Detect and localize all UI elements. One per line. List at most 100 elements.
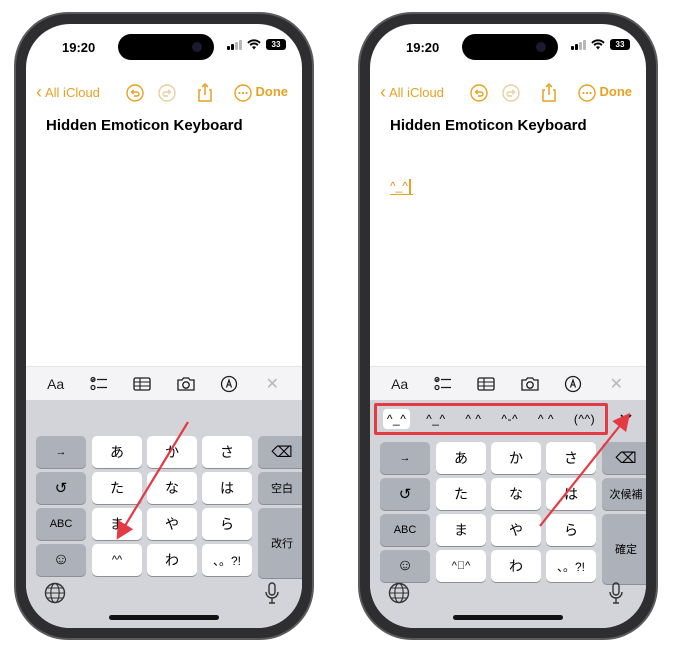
battery-icon: 33 <box>610 39 630 50</box>
key-ra[interactable]: ら <box>546 514 596 546</box>
home-indicator <box>109 615 219 620</box>
undo-icon[interactable] <box>468 82 490 104</box>
note-body-marked-text[interactable]: ^_^ <box>390 179 413 196</box>
microphone-icon[interactable] <box>264 582 280 604</box>
done-button[interactable]: Done <box>600 84 633 99</box>
punctuation-key[interactable]: 、。?! <box>202 544 252 576</box>
status-time: 19:20 <box>406 40 440 55</box>
signal-icon <box>571 39 586 50</box>
share-icon[interactable] <box>194 82 216 104</box>
candidate-emoticon[interactable]: (^^) <box>570 409 599 429</box>
key-wa[interactable]: わ <box>491 550 541 582</box>
key-ma[interactable]: ま <box>436 514 486 546</box>
key-ya[interactable]: や <box>491 514 541 546</box>
format-text-button[interactable]: Aa <box>43 372 69 396</box>
candidate-emoticon[interactable]: ^_^ <box>422 409 449 429</box>
key-a[interactable]: あ <box>436 442 486 474</box>
markup-icon[interactable] <box>560 372 586 396</box>
back-button[interactable]: ‹ All iCloud <box>380 83 444 101</box>
globe-icon[interactable] <box>388 582 410 604</box>
table-icon[interactable] <box>129 372 155 396</box>
undo-key[interactable]: ↺ <box>36 472 86 504</box>
format-text-button[interactable]: Aa <box>387 372 413 396</box>
screen-right: 19:20 33 ‹ All iCloud Done Hidden Emotico… <box>370 24 646 628</box>
camera-icon[interactable] <box>173 372 199 396</box>
note-title[interactable]: Hidden Emoticon Keyboard <box>390 117 587 134</box>
japanese-kana-keyboard: ^_^ ^_^ ^ ^ ^-^ ^ ^ (^^) → あ か さ ⌫ ↺ た な… <box>370 400 646 628</box>
back-label: All iCloud <box>45 84 100 100</box>
emoji-key[interactable]: ☺ <box>380 550 430 582</box>
key-na[interactable]: な <box>147 472 197 504</box>
back-button[interactable]: ‹ All iCloud <box>36 82 100 102</box>
share-icon[interactable] <box>538 82 560 104</box>
key-ra[interactable]: ら <box>202 508 252 540</box>
redo-icon[interactable] <box>156 82 178 104</box>
dynamic-island <box>462 34 558 60</box>
key-a[interactable]: あ <box>92 436 142 468</box>
undo-icon[interactable] <box>124 82 146 104</box>
notes-navbar: ‹ All iCloud Done <box>26 82 302 108</box>
key-sa[interactable]: さ <box>546 442 596 474</box>
marked-emoticon: ^_^ <box>390 179 408 193</box>
key-ka[interactable]: か <box>147 436 197 468</box>
undo-key[interactable]: ↺ <box>380 478 430 510</box>
emoji-key[interactable]: ☺ <box>36 544 86 576</box>
globe-icon[interactable] <box>44 582 66 604</box>
checklist-icon[interactable] <box>86 372 112 396</box>
confirm-key[interactable]: 確定 <box>602 514 646 584</box>
chevron-left-icon: ‹ <box>36 82 42 102</box>
emoticon-key[interactable]: ^^ <box>92 544 142 576</box>
abc-key[interactable]: ABC <box>36 508 86 540</box>
next-candidate-key[interactable]: 次候補 <box>602 478 646 510</box>
camera-icon <box>536 42 546 52</box>
redo-icon[interactable] <box>500 82 522 104</box>
note-title[interactable]: Hidden Emoticon Keyboard <box>46 117 243 134</box>
candidate-emoticon[interactable]: ^-^ <box>497 409 522 429</box>
camera-icon[interactable] <box>517 372 543 396</box>
close-icon[interactable]: ✕ <box>603 372 629 396</box>
more-icon[interactable] <box>576 82 598 104</box>
key-ta[interactable]: た <box>436 478 486 510</box>
key-na[interactable]: な <box>491 478 541 510</box>
key-ka[interactable]: か <box>491 442 541 474</box>
format-toolbar: Aa ✕ <box>370 366 646 400</box>
next-key[interactable]: → <box>380 442 430 474</box>
wifi-icon <box>247 39 261 50</box>
key-wa[interactable]: わ <box>147 544 197 576</box>
notes-navbar: ‹ All iCloud Done <box>370 82 646 108</box>
chevron-down-icon[interactable] <box>620 410 632 425</box>
key-ta[interactable]: た <box>92 472 142 504</box>
screen-left: 19:20 33 ‹ All iCloud Done Hidden Emotico… <box>26 24 302 628</box>
microphone-icon[interactable] <box>608 582 624 604</box>
delete-key[interactable]: ⌫ <box>602 442 646 474</box>
key-ha[interactable]: は <box>202 472 252 504</box>
next-key[interactable]: → <box>36 436 86 468</box>
space-key[interactable]: 空白 <box>258 472 302 504</box>
candidate-emoticon[interactable]: ^ ^ <box>534 409 558 429</box>
status-time: 19:20 <box>62 40 96 55</box>
done-button[interactable]: Done <box>256 84 289 99</box>
japanese-kana-keyboard: → あ か さ ⌫ ↺ た な は 空白 ABC ま や ら 改行 ☺ ^^ わ… <box>26 400 302 628</box>
more-icon[interactable] <box>232 82 254 104</box>
key-sa[interactable]: さ <box>202 436 252 468</box>
candidate-emoticon-selected[interactable]: ^_^ <box>382 409 411 429</box>
signal-icon <box>227 39 242 50</box>
emoticon-key[interactable]: ^ﾟ^ <box>436 550 486 582</box>
dynamic-island <box>118 34 214 60</box>
close-icon[interactable]: ✕ <box>259 372 285 396</box>
key-ya[interactable]: や <box>147 508 197 540</box>
delete-key[interactable]: ⌫ <box>258 436 302 468</box>
key-ma[interactable]: ま <box>92 508 142 540</box>
checklist-icon[interactable] <box>430 372 456 396</box>
emoticon-candidate-bar: ^_^ ^_^ ^ ^ ^-^ ^ ^ (^^) <box>374 403 608 435</box>
text-cursor <box>408 179 411 195</box>
key-ha[interactable]: は <box>546 478 596 510</box>
markup-icon[interactable] <box>216 372 242 396</box>
punctuation-key[interactable]: 、。?! <box>546 550 596 582</box>
wifi-icon <box>591 39 605 50</box>
candidate-emoticon[interactable]: ^ ^ <box>461 409 485 429</box>
return-key[interactable]: 改行 <box>258 508 302 578</box>
phone-left: 19:20 33 ‹ All iCloud Done Hidden Emotico… <box>14 12 314 640</box>
abc-key[interactable]: ABC <box>380 514 430 546</box>
table-icon[interactable] <box>473 372 499 396</box>
